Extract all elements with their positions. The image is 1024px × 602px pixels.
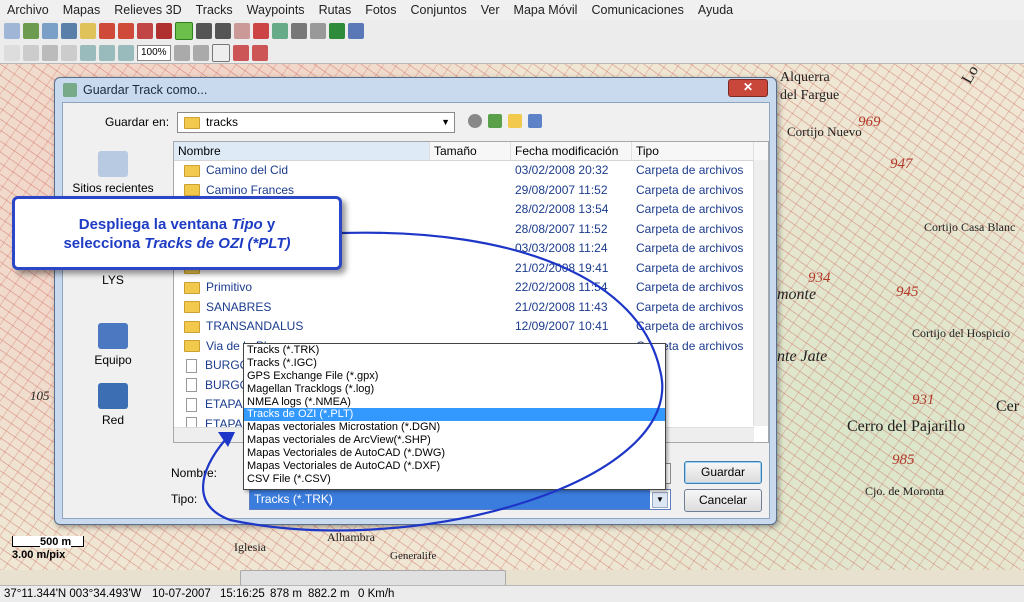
callout-line-1: Despliega la ventana Tipo y (78, 216, 276, 233)
status-time: 15:16:25 (220, 588, 265, 600)
status-coords: 37°11.344'N 003°34.493'W (4, 588, 142, 600)
map-scrollbar[interactable] (240, 570, 506, 586)
instruction-callout: Despliega la ventana Tipo y selecciona T… (12, 196, 342, 270)
status-date: 10-07-2007 (152, 588, 211, 600)
status-altitude: 878 m (270, 588, 302, 600)
status-bar: 37°11.344'N 003°34.493'W 10-07-2007 15:1… (0, 585, 1024, 602)
status-speed: 0 Km/h (358, 588, 395, 600)
annotation-arrow (202, 231, 664, 532)
callout-line-2: selecciona Tracks de OZI (*PLT) (63, 235, 291, 252)
status-distance: 882.2 m (308, 588, 350, 600)
